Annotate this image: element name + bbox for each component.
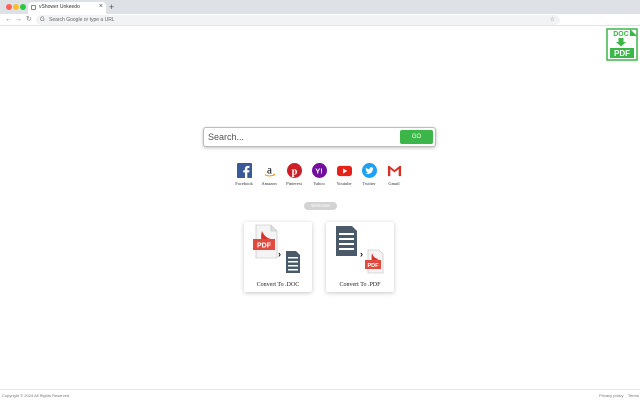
- pdf-file-icon: PDF: [253, 224, 278, 259]
- doc-to-pdf-illustration: › PDF: [336, 226, 384, 274]
- shortcut-facebook[interactable]: Facebook: [232, 163, 256, 191]
- logo-pdf-text: PDF: [614, 49, 630, 58]
- facebook-icon: [236, 163, 252, 178]
- shortcut-twitter[interactable]: Twitter: [357, 163, 381, 191]
- shortcut-amazon[interactable]: a Amazon: [257, 163, 281, 191]
- shortcut-yahoo[interactable]: Y! Yahoo: [307, 163, 331, 191]
- maximize-window-button[interactable]: [20, 4, 26, 10]
- doc-file-icon: [286, 251, 300, 273]
- shortcut-label: Amazon: [261, 181, 277, 186]
- doc-to-pdf-logo: DOC PDF: [606, 28, 638, 61]
- svg-text:p: p: [291, 166, 297, 177]
- doc-file-icon: [336, 226, 357, 256]
- address-bar-placeholder: Search Google or type a URL: [49, 17, 115, 23]
- card-label: Convert To .DOC: [256, 282, 300, 288]
- tab-title: vShower Unkeedo: [39, 4, 80, 10]
- search-go-button[interactable]: GO: [400, 130, 433, 144]
- shortcut-pinterest[interactable]: p Pinterest: [282, 163, 306, 191]
- reload-icon[interactable]: ↻: [26, 15, 32, 25]
- address-bar[interactable]: G Search Google or type a URL ☆: [36, 15, 560, 25]
- close-window-button[interactable]: [6, 4, 12, 10]
- arrow-icon: ›: [360, 249, 363, 259]
- bookmark-star-icon[interactable]: ☆: [550, 16, 555, 24]
- svg-text:a: a: [267, 164, 272, 176]
- pinterest-icon: p: [286, 163, 302, 178]
- privacy-policy-link[interactable]: Privacy policy: [599, 393, 623, 398]
- convert-to-doc-card[interactable]: PDF › Convert To .DOC: [244, 222, 312, 292]
- card-label: Convert To .PDF: [339, 282, 381, 288]
- gmail-icon: [387, 165, 401, 177]
- shortcut-gmail[interactable]: Gmail: [382, 163, 406, 191]
- search-bar: GO: [203, 127, 436, 147]
- shortcut-label: Gmail: [388, 181, 400, 186]
- shortcut-label: Twitter: [362, 181, 376, 186]
- tab-favicon-icon: [31, 5, 36, 10]
- shortcut-label: Youtube: [336, 181, 352, 186]
- pdf-file-icon: PDF: [365, 249, 384, 274]
- yahoo-icon: Y!: [311, 163, 327, 178]
- terms-link[interactable]: Terms: [628, 393, 639, 398]
- logo-doc-text: DOC: [613, 31, 629, 38]
- doc-pdf-logo-icon: DOC PDF: [606, 28, 638, 61]
- forward-icon[interactable]: →: [15, 15, 22, 25]
- browser-toolbar: ← → ↻ G Search Google or type a URL ☆: [0, 14, 640, 26]
- new-tab-button[interactable]: +: [109, 2, 114, 12]
- copyright-text: Copyright © 2024 All Rights Reserved: [2, 393, 70, 398]
- svg-text:Y!: Y!: [315, 166, 323, 175]
- arrow-icon: ›: [278, 249, 281, 259]
- pdf-to-doc-illustration: PDF ›: [253, 224, 300, 273]
- twitter-icon: [361, 163, 377, 178]
- card-pdf-text: PDF: [368, 263, 380, 269]
- footer: Copyright © 2024 All Rights Reserved Pri…: [0, 389, 640, 400]
- card-pdf-text: PDF: [257, 243, 272, 250]
- tab-close-icon[interactable]: ×: [99, 3, 103, 11]
- search-input[interactable]: [208, 130, 398, 144]
- tab-strip: vShower Unkeedo × +: [0, 0, 640, 14]
- shortcut-bar: Facebook a Amazon p Pinterest Y! Yahoo Y…: [232, 163, 408, 191]
- welcome-pill[interactable]: Welcome: [304, 202, 337, 210]
- minimize-window-button[interactable]: [13, 4, 19, 10]
- shortcut-label: Pinterest: [286, 181, 302, 186]
- shortcut-label: Yahoo: [313, 181, 325, 186]
- convert-to-pdf-card[interactable]: › PDF Convert To .PDF: [326, 222, 394, 292]
- youtube-icon: [336, 165, 352, 177]
- shortcut-label: Facebook: [235, 181, 253, 186]
- google-g-icon: G: [40, 17, 45, 23]
- back-icon[interactable]: ←: [5, 15, 12, 25]
- amazon-icon: a: [264, 164, 275, 177]
- browser-tab[interactable]: vShower Unkeedo ×: [28, 2, 106, 14]
- shortcut-youtube[interactable]: Youtube: [332, 163, 356, 191]
